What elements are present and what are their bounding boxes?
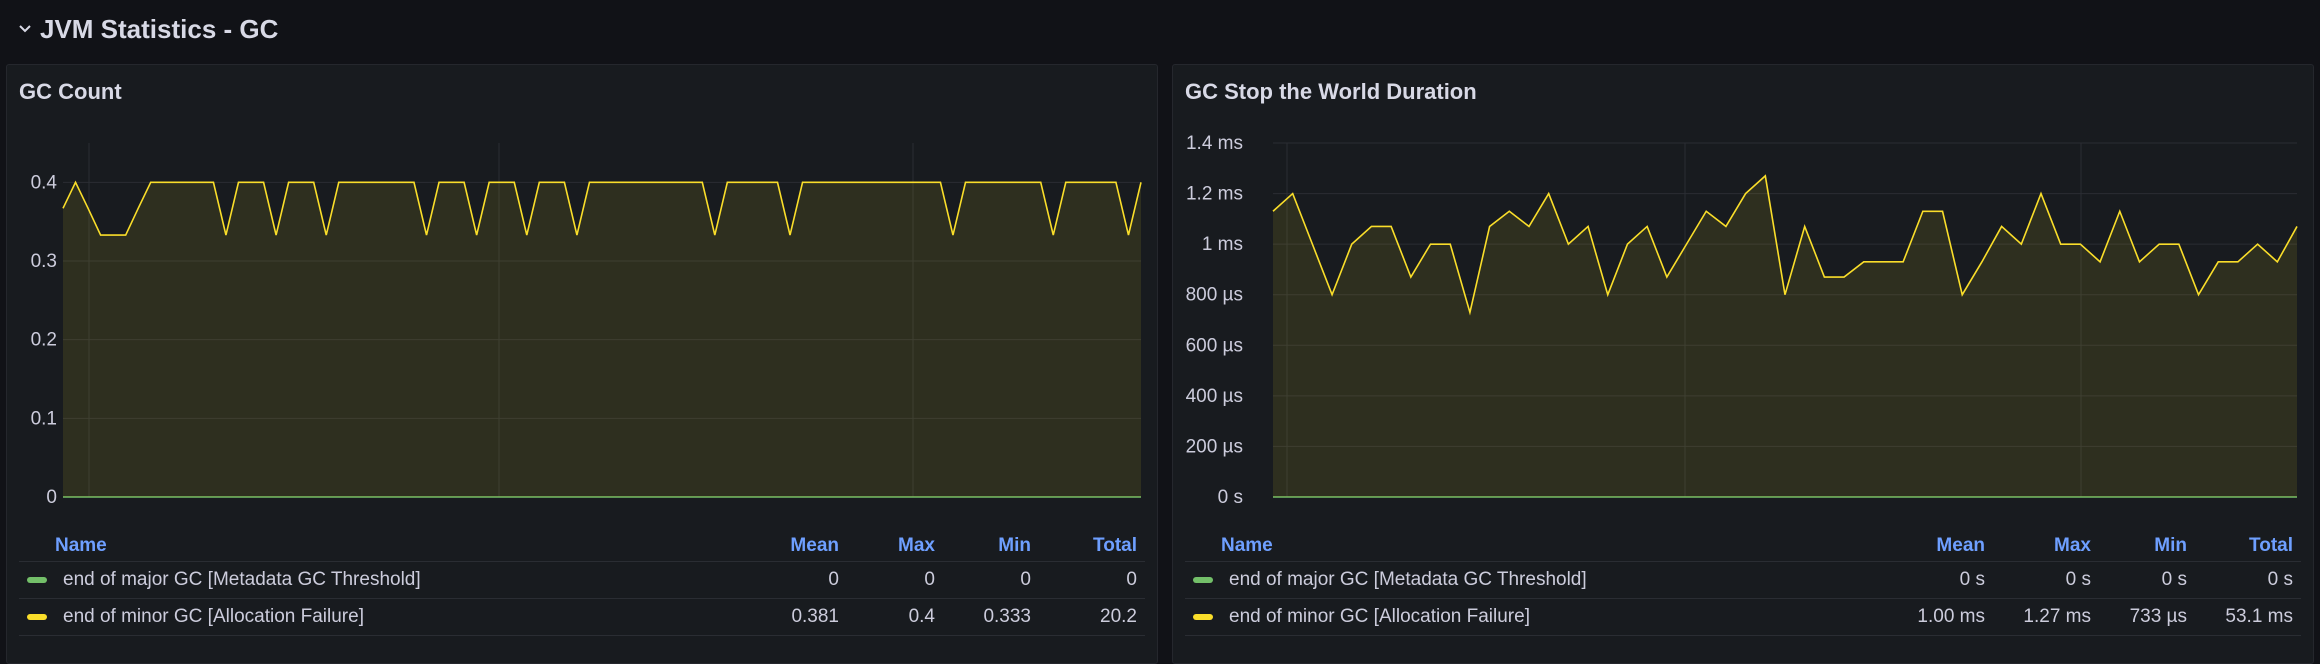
series-name[interactable]: end of minor GC [Allocation Failure] xyxy=(63,606,364,627)
legend-mean: 0 xyxy=(741,561,847,599)
y-tick-label: 0.3 xyxy=(31,251,57,272)
legend-mean: 1.00 ms xyxy=(1877,598,1993,636)
y-tick-label: 0.4 xyxy=(31,172,58,193)
y-tick-label: 0.1 xyxy=(31,408,57,429)
legend-header-mean[interactable]: Mean xyxy=(741,531,847,562)
legend-header-name[interactable]: Name xyxy=(19,531,741,562)
legend-max: 0.4 xyxy=(847,598,943,636)
chevron-down-icon[interactable] xyxy=(18,22,32,36)
legend-row[interactable]: end of minor GC [Allocation Failure] 1.0… xyxy=(1185,598,2301,636)
series-color-swatch xyxy=(27,613,47,620)
legend-min: 0 xyxy=(943,561,1039,599)
y-tick-label: 1.4 ms xyxy=(1186,133,1243,154)
y-tick-label: 0 xyxy=(46,487,57,505)
legend-mean: 0.381 xyxy=(741,598,847,636)
y-tick-label: 800 µs xyxy=(1186,285,1243,306)
legend-min: 733 µs xyxy=(2099,598,2195,636)
legend-row[interactable]: end of major GC [Metadata GC Threshold] … xyxy=(19,561,1145,599)
series-area-fill xyxy=(1273,175,2297,497)
legend-header-total[interactable]: Total xyxy=(2195,531,2301,562)
legend-row[interactable]: end of minor GC [Allocation Failure] 0.3… xyxy=(19,598,1145,636)
legend-min: 0.333 xyxy=(943,598,1039,636)
legend-total: 0 xyxy=(1039,561,1145,599)
legend-header-max[interactable]: Max xyxy=(1993,531,2099,562)
series-color-swatch xyxy=(1193,576,1213,583)
gc-count-chart[interactable]: 00.10.20.30.415:0015:0515:10 xyxy=(7,65,1157,505)
y-tick-label: 400 µs xyxy=(1186,386,1243,407)
row-header[interactable]: JVM Statistics - GC xyxy=(0,0,2320,58)
y-tick-label: 600 µs xyxy=(1186,335,1243,356)
series-name[interactable]: end of major GC [Metadata GC Threshold] xyxy=(1229,569,1587,590)
legend-header-total[interactable]: Total xyxy=(1039,531,1145,562)
series-name[interactable]: end of major GC [Metadata GC Threshold] xyxy=(63,569,421,590)
series-color-swatch xyxy=(1193,613,1213,620)
panel-gc-count[interactable]: GC Count 00.10.20.30.415:0015:0515:10 Na… xyxy=(6,64,1158,664)
legend-min: 0 s xyxy=(2099,561,2195,599)
legend-table: Name Mean Max Min Total end of major GC … xyxy=(1185,531,2301,636)
legend-max: 0 xyxy=(847,561,943,599)
legend-header-mean[interactable]: Mean xyxy=(1877,531,1993,562)
legend-table: Name Mean Max Min Total end of major GC … xyxy=(19,531,1145,636)
y-tick-label: 0 s xyxy=(1218,487,1243,505)
legend-total: 0 s xyxy=(2195,561,2301,599)
legend-header-max[interactable]: Max xyxy=(847,531,943,562)
gc-duration-chart[interactable]: 0 s 200 µs 400 µs 600 µs 800 µs 1 ms 1.2 ms 1.4… xyxy=(1173,65,2313,505)
y-tick-label: 200 µs xyxy=(1186,436,1243,457)
legend-total: 53.1 ms xyxy=(2195,598,2301,636)
series-color-swatch xyxy=(27,576,47,583)
legend-header-name[interactable]: Name xyxy=(1185,531,1877,562)
y-tick-label: 1.2 ms xyxy=(1186,184,1243,205)
legend-row[interactable]: end of major GC [Metadata GC Threshold] … xyxy=(1185,561,2301,599)
legend-total: 20.2 xyxy=(1039,598,1145,636)
series-name[interactable]: end of minor GC [Allocation Failure] xyxy=(1229,606,1530,627)
legend-max: 0 s xyxy=(1993,561,2099,599)
y-tick-label: 0.2 xyxy=(31,330,57,351)
y-tick-label: 1 ms xyxy=(1202,234,1243,255)
legend-header-min[interactable]: Min xyxy=(2099,531,2195,562)
legend-header-min[interactable]: Min xyxy=(943,531,1039,562)
legend-max: 1.27 ms xyxy=(1993,598,2099,636)
panel-gc-stop-the-world[interactable]: GC Stop the World Duration 0 s 200 µs 400 … xyxy=(1172,64,2314,664)
legend-mean: 0 s xyxy=(1877,561,1993,599)
row-title: JVM Statistics - GC xyxy=(40,13,279,44)
